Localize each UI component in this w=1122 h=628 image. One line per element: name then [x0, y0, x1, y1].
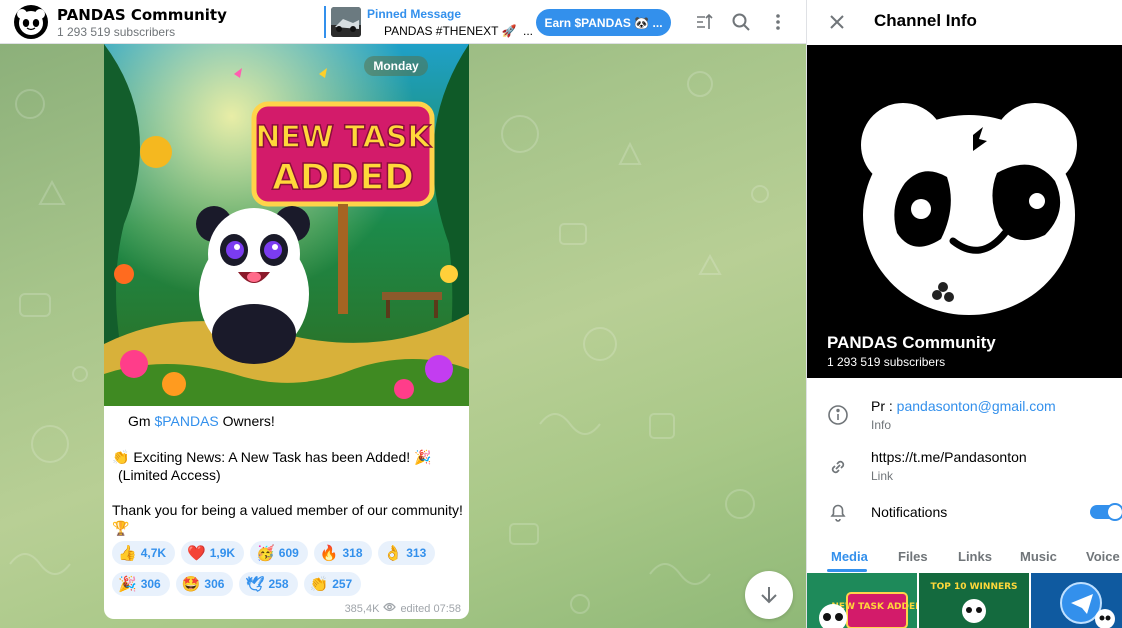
channel-name: PANDAS Community	[827, 333, 996, 352]
reaction-clap[interactable]: 👏 257	[303, 572, 362, 596]
channel-avatar[interactable]	[14, 5, 48, 39]
pinned-message-more: ...	[523, 24, 534, 38]
post-line-trophy: 🏆	[112, 520, 130, 536]
view-count: 385,4K	[344, 602, 380, 615]
active-tab-indicator	[827, 569, 867, 572]
channel-profile-photo[interactable]: PANDAS Community 1 293 519 subscribers	[807, 45, 1122, 378]
reaction-tada[interactable]: 🎉 306	[112, 572, 170, 596]
post-meta: 385,4K edited 07:58	[345, 602, 461, 615]
tab-voice[interactable]: Voice	[1086, 549, 1120, 564]
thumb-text-top-winners: TOP 10 WINNERS	[930, 582, 1017, 592]
reaction-thumbs-up[interactable]: 👍 4,7K	[112, 541, 176, 565]
media-thumb-telegram[interactable]	[1031, 573, 1122, 628]
channel-post: NEW TASK ADDED Gm $PANDAS Owners! 👏 Exci…	[104, 44, 469, 619]
earn-pandas-button[interactable]: Earn $PANDAS 🐼 ...	[536, 9, 671, 36]
media-thumb-new-task[interactable]: NEW TASK ADDED	[807, 573, 917, 628]
reaction-dove[interactable]: 🕊 258	[239, 572, 298, 596]
tab-media[interactable]: Media	[831, 549, 868, 564]
reaction-party-face[interactable]: 🥳 609	[250, 541, 308, 565]
more-vertical-icon[interactable]	[767, 11, 789, 33]
chat-header: PANDAS Community 1 293 519 subscribers P…	[0, 0, 806, 44]
contact-email-link[interactable]: pandasonton@gmail.com	[897, 398, 1056, 414]
reaction-heart[interactable]: ❤️ 1,9K	[181, 541, 245, 565]
media-thumb-top-winners[interactable]: TOP 10 WINNERS	[919, 573, 1029, 628]
notifications-label: Notifications	[871, 504, 948, 520]
channel-info-title: Channel Info	[874, 11, 977, 30]
channel-link-url[interactable]: https://t.me/Pandasonton	[871, 449, 1027, 465]
link-icon	[827, 456, 849, 478]
pandas-hashtag-link[interactable]: $PANDAS	[154, 413, 218, 429]
search-icon[interactable]	[730, 11, 752, 33]
scroll-to-bottom-button[interactable]	[745, 571, 793, 619]
channel-subscriber-count: 1 293 519 subscribers	[827, 355, 946, 369]
pinned-message-text[interactable]: PANDAS #THENEXT 🚀	[384, 24, 517, 38]
date-badge: Monday	[364, 56, 428, 76]
info-description: Pr : pandasonton@gmail.com	[871, 398, 1056, 414]
bell-icon	[827, 501, 849, 523]
pinned-message-thumbnail[interactable]	[331, 7, 361, 37]
panda-logo	[807, 45, 1122, 378]
chat-column: PANDAS Community 1 293 519 subscribers P…	[0, 0, 806, 628]
link-label: Link	[871, 469, 894, 483]
edited-timestamp: edited 07:58	[400, 602, 461, 615]
eye-icon	[383, 602, 397, 615]
media-tabs: Media Files Links Music Voice	[807, 540, 1122, 572]
post-line-news: 👏 Exciting News: A New Task has been Add…	[112, 449, 432, 465]
reaction-fire[interactable]: 🔥 318	[313, 541, 372, 565]
reaction-star-struck[interactable]: 🤩 306	[175, 572, 234, 596]
media-grid: NEW TASK ADDED TOP 10 WINNERS	[807, 573, 1122, 628]
reaction-ok-hand[interactable]: 👌 313	[377, 541, 436, 565]
info-circle-icon	[827, 404, 849, 426]
pinned-indicator-bar	[324, 6, 326, 38]
pin-list-icon[interactable]	[693, 11, 715, 33]
tab-files[interactable]: Files	[898, 549, 928, 564]
new-task-added-illustration: NEW TASK ADDED	[104, 44, 469, 406]
reactions-list: 👍 4,7K ❤️ 1,9K 🥳 609 🔥 318 👌 313 🎉 306 🤩 306 🕊 2…	[112, 541, 462, 596]
chat-title[interactable]: PANDAS Community	[57, 6, 227, 24]
image-text-added: ADDED	[272, 157, 414, 198]
info-label: Info	[871, 418, 892, 432]
channel-info-header: Channel Info	[807, 0, 1122, 44]
tab-links[interactable]: Links	[958, 549, 992, 564]
pinned-message-label[interactable]: Pinned Message	[367, 7, 461, 21]
image-text-new-task: NEW TASK	[255, 120, 432, 155]
tab-music[interactable]: Music	[1020, 549, 1057, 564]
channel-info-panel: Channel Info PANDAS Community 1 293 519 …	[806, 0, 1122, 628]
chat-subscriber-count: 1 293 519 subscribers	[57, 25, 176, 39]
post-image[interactable]: NEW TASK ADDED	[104, 44, 469, 406]
post-text: Gm $PANDAS Owners! 👏 Exciting News: A Ne…	[112, 412, 463, 537]
post-line-limited: (Limited Access)	[118, 467, 221, 483]
post-line-greeting: Gm $PANDAS Owners!	[128, 413, 275, 429]
notifications-toggle[interactable]	[1090, 503, 1122, 521]
post-line-thanks: Thank you for being a valued member of o…	[112, 502, 463, 518]
close-icon[interactable]	[827, 12, 847, 32]
arrow-down-icon	[761, 587, 777, 604]
